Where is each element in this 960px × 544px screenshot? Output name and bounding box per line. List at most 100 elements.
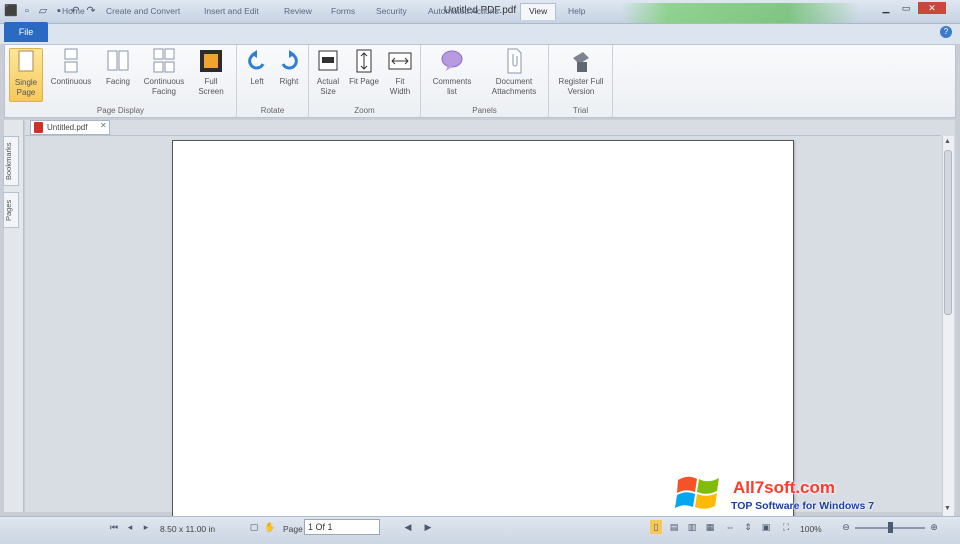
comments-list-icon <box>441 50 463 71</box>
fit-page-icon <box>356 49 372 73</box>
group-rotate: Left Right Rotate <box>237 45 309 117</box>
continuous-view-icon[interactable]: ▤ <box>668 520 680 534</box>
rotate-left-label: Left <box>250 77 264 86</box>
redo-icon[interactable]: ↷ <box>84 4 98 18</box>
pdf-file-icon <box>34 122 43 133</box>
single-page-view-icon[interactable]: ▯ <box>650 520 662 534</box>
zoom-out-icon[interactable]: ⊖ <box>840 520 852 534</box>
full-screen-view-icon[interactable]: ⛶ <box>780 520 792 534</box>
pdf-page[interactable] <box>172 140 794 520</box>
go-forward-icon[interactable]: ▶ <box>422 520 434 534</box>
fit-page-button[interactable]: Fit Page <box>349 48 379 87</box>
ribbon-panel: Single Page Continuous Facing Continuous… <box>4 44 956 118</box>
full-screen-label: Full Screen <box>198 77 224 96</box>
title-bar-glow <box>620 3 860 23</box>
tab-help[interactable]: Help <box>568 4 585 20</box>
previous-page-icon[interactable]: ◂ <box>124 520 136 534</box>
actual-size-button[interactable]: Actual Size <box>313 48 343 97</box>
scrollbar-thumb[interactable] <box>944 150 952 315</box>
close-tab-icon[interactable]: ✕ <box>100 121 107 130</box>
actual-size-view-icon[interactable]: ▣ <box>760 520 772 534</box>
tab-security[interactable]: Security <box>376 4 407 20</box>
fit-width-button[interactable]: Fit Width <box>385 48 415 97</box>
page-number-input[interactable]: 1 Of 1 <box>304 519 380 535</box>
rotate-right-button[interactable]: Right <box>275 48 303 87</box>
watermark-site: All7soft.com <box>733 478 836 497</box>
ribbon-tab-bar <box>0 24 960 44</box>
full-screen-button[interactable]: Full Screen <box>191 48 231 97</box>
group-label-trial: Trial <box>572 106 589 115</box>
facing-label: Facing <box>105 77 130 86</box>
continuous-label: Continuous <box>50 77 92 86</box>
register-icon <box>573 52 589 72</box>
attachment-icon <box>507 48 522 74</box>
tab-home[interactable]: Home <box>62 4 85 20</box>
single-page-button[interactable]: Single Page <box>9 48 43 102</box>
rotate-left-button[interactable]: Left <box>243 48 271 87</box>
continuous-facing-label: Continuous Facing <box>143 77 185 96</box>
tab-pages[interactable]: Pages <box>3 192 19 228</box>
tab-automated-actions[interactable]: Automated Actions <box>428 4 499 20</box>
tab-forms[interactable]: Forms <box>331 4 355 20</box>
register-full-version-label: Register Full Version <box>558 77 604 96</box>
fit-page-view-icon[interactable]: ⇕ <box>742 520 754 534</box>
register-full-version-button[interactable]: Register Full Version <box>553 48 609 97</box>
app-icon[interactable]: ⬛ <box>4 4 18 18</box>
group-zoom: Actual Size Fit Page Fit Width Zoom <box>309 45 421 117</box>
rotate-right-label: Right <box>279 77 299 86</box>
zoom-in-icon[interactable]: ⊕ <box>928 520 940 534</box>
document-attachments-label: Document Attachments <box>491 77 537 96</box>
tab-view[interactable]: View <box>520 3 557 20</box>
continuous-facing-view-icon[interactable]: ▦ <box>704 520 716 534</box>
tab-file[interactable]: File <box>4 22 48 42</box>
continuous-icon <box>64 48 78 73</box>
single-page-icon <box>18 50 34 72</box>
facing-icon <box>107 50 129 71</box>
open-icon[interactable]: ▱ <box>36 4 50 18</box>
select-icon[interactable]: ▢ <box>248 520 260 534</box>
scroll-down-icon[interactable]: ▼ <box>944 505 951 512</box>
minimize-icon[interactable]: ▁ <box>878 2 894 14</box>
full-screen-icon <box>200 50 222 72</box>
comments-list-label: Comments list <box>432 77 472 96</box>
go-back-icon[interactable]: ◀ <box>402 520 414 534</box>
scroll-up-icon[interactable]: ▲ <box>944 138 951 145</box>
fit-width-view-icon[interactable]: ⇔ <box>724 520 736 534</box>
fit-width-icon <box>388 52 412 70</box>
document-attachments-button[interactable]: Document Attachments <box>483 48 545 97</box>
close-icon[interactable]: ✕ <box>918 2 946 14</box>
hand-icon[interactable]: ✋ <box>264 520 276 534</box>
watermark-tagline: TOP Software for Windows 7 <box>731 500 875 512</box>
zoom-slider-thumb[interactable] <box>888 522 893 533</box>
comments-list-button[interactable]: Comments list <box>427 48 477 97</box>
fit-width-label: Fit Width <box>389 77 411 96</box>
facing-button[interactable]: Facing <box>99 48 137 87</box>
continuous-facing-icon <box>153 48 175 73</box>
group-page-display: Single Page Continuous Facing Continuous… <box>5 45 237 117</box>
tab-bookmarks[interactable]: Bookmarks <box>3 136 19 186</box>
help-icon[interactable]: ? <box>940 26 952 38</box>
group-label-panels: Panels <box>472 106 497 115</box>
next-page-icon[interactable]: ▸ <box>140 520 152 534</box>
facing-view-icon[interactable]: ▥ <box>686 520 698 534</box>
tab-review[interactable]: Review <box>284 4 312 20</box>
page-size-readout: 8.50 x 11.00 in <box>160 524 216 534</box>
group-label-page-display: Page Display <box>96 106 145 115</box>
rotate-left-icon <box>248 50 265 70</box>
tab-divider <box>25 135 941 136</box>
windows-logo-icon <box>675 476 719 509</box>
new-icon[interactable]: ▫ <box>20 4 34 18</box>
actual-size-icon <box>318 50 338 71</box>
fit-page-label: Fit Page <box>349 77 379 86</box>
group-trial: Register Full Version Trial <box>549 45 613 117</box>
continuous-button[interactable]: Continuous <box>49 48 93 87</box>
group-label-zoom: Zoom <box>354 106 375 115</box>
single-page-label: Single Page <box>14 78 38 97</box>
tab-insert-and-edit[interactable]: Insert and Edit <box>204 4 259 20</box>
maximize-icon[interactable]: ▭ <box>898 2 914 14</box>
continuous-facing-button[interactable]: Continuous Facing <box>141 48 187 97</box>
actual-size-label: Actual Size <box>316 77 340 96</box>
tab-create-and-convert[interactable]: Create and Convert <box>106 4 180 20</box>
first-page-icon[interactable]: ⏮ <box>108 520 120 534</box>
group-label-rotate: Rotate <box>260 106 285 115</box>
